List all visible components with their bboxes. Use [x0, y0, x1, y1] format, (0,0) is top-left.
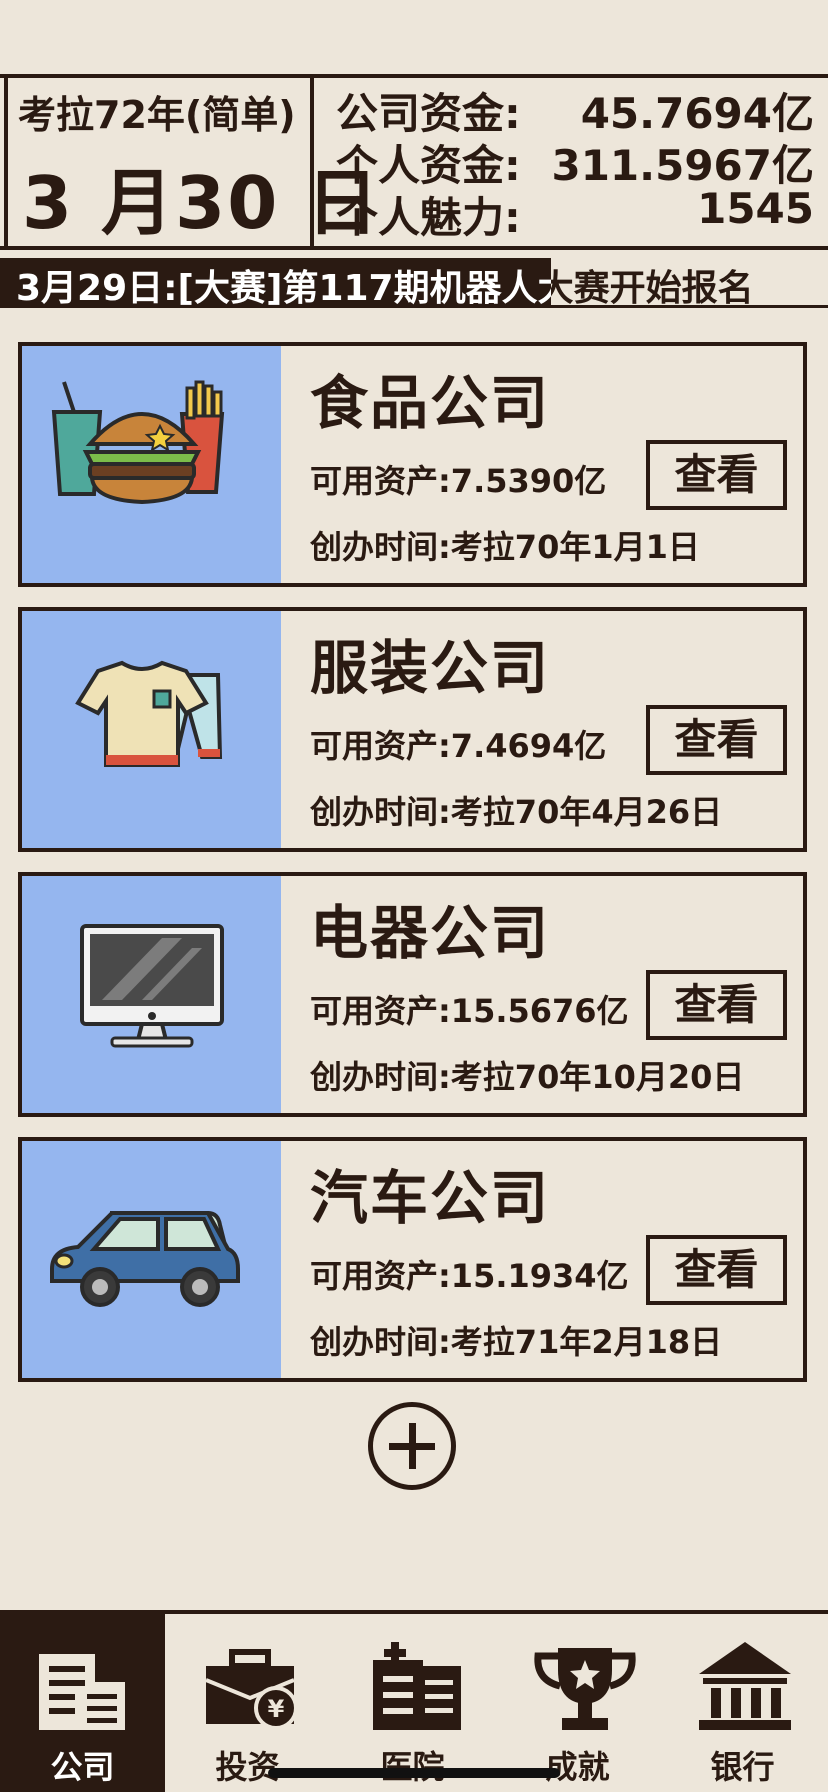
- company-assets: 可用资产:15.1934亿: [310, 1257, 629, 1295]
- company-name: 食品公司: [310, 369, 551, 437]
- company-card-automobile: 汽车公司 可用资产:15.1934亿 创办时间:考拉71年2月18日 查看: [18, 1137, 807, 1382]
- year-mode-label: 考拉72年(简单): [18, 93, 296, 137]
- car-icon: [50, 1211, 240, 1307]
- charm-value: 1545: [697, 184, 814, 233]
- svg-text:¥: ¥: [268, 1695, 285, 1723]
- view-button[interactable]: 查看: [646, 440, 787, 510]
- nav-label: 医院: [380, 1748, 445, 1786]
- news-text-highlighted: 3月29日:[大赛]第117期机器人大赛开始报名: [16, 268, 551, 308]
- company-assets: 可用资产:15.5676亿: [310, 992, 629, 1030]
- personal-funds-row: 个人资金: 311.5967亿: [336, 132, 814, 190]
- company-name: 汽车公司: [310, 1164, 551, 1232]
- card-image: [22, 1141, 281, 1378]
- view-button[interactable]: 查看: [646, 970, 787, 1040]
- card-image: [22, 611, 281, 848]
- card-image: [22, 876, 281, 1113]
- charm-row: 个人魅力: 1545: [336, 184, 814, 242]
- nav-item-hospital[interactable]: 医院: [330, 1614, 495, 1792]
- nav-label: 银行: [710, 1748, 775, 1786]
- nav-item-invest[interactable]: ¥ 投资: [165, 1614, 330, 1792]
- company-name: 电器公司: [310, 899, 551, 967]
- company-card-food: 食品公司 可用资产:7.5390亿 创办时间:考拉70年1月1日 查看: [18, 342, 807, 587]
- clothes-icon: [75, 660, 223, 767]
- nav-item-bank[interactable]: 银行: [660, 1614, 825, 1792]
- card-image: [22, 346, 281, 583]
- charm-label: 个人魅力:: [336, 193, 521, 242]
- company-card-clothing: 服装公司 可用资产:7.4694亿 创办时间:考拉70年4月26日 查看: [18, 607, 807, 852]
- view-button[interactable]: 查看: [646, 1235, 787, 1305]
- nav-item-achievement[interactable]: 成就: [495, 1614, 660, 1792]
- bottom-nav: 公司 ¥ 投资 医院 成就 银行: [0, 1610, 828, 1792]
- news-ticker[interactable]: 3月29日:[大赛]第117期机器人大赛开始报名 3月29日:[大赛]第117期…: [0, 258, 828, 308]
- nav-label: 投资: [215, 1748, 280, 1786]
- trophy-icon: [534, 1648, 636, 1730]
- nav-item-company[interactable]: 公司: [0, 1614, 165, 1792]
- company-founded-date: 创办时间:考拉70年4月26日: [310, 793, 723, 831]
- bank-icon: [699, 1642, 791, 1730]
- status-header: 考拉72年(简单) 3 月30 日 公司资金: 45.7694亿 个人资金: 3…: [0, 74, 828, 250]
- company-founded-date: 创办时间:考拉71年2月18日: [310, 1323, 723, 1361]
- date-panel: 考拉72年(简单) 3 月30 日: [4, 78, 378, 246]
- home-indicator: [268, 1768, 560, 1778]
- company-funds-row: 公司资金: 45.7694亿: [336, 80, 814, 138]
- nav-label: 公司: [50, 1748, 115, 1786]
- company-founded-date: 创办时间:考拉70年1月1日: [310, 528, 700, 566]
- company-card-electronics: 电器公司 可用资产:15.5676亿 创办时间:考拉70年10月20日 查看: [18, 872, 807, 1117]
- view-button[interactable]: 查看: [646, 705, 787, 775]
- hospital-icon: [373, 1642, 461, 1730]
- briefcase-icon: ¥: [205, 1649, 298, 1730]
- company-assets: 可用资产:7.4694亿: [310, 727, 607, 765]
- food-icon: [51, 380, 225, 505]
- company-assets: 可用资产:7.5390亿: [310, 462, 607, 500]
- company-founded-date: 创办时间:考拉70年10月20日: [310, 1058, 745, 1096]
- building-icon: [39, 1654, 125, 1730]
- current-date: 3 月30 日: [22, 161, 381, 245]
- add-company-button[interactable]: [368, 1402, 456, 1490]
- company-name: 服装公司: [310, 634, 551, 702]
- monitor-icon: [80, 924, 224, 1048]
- nav-label: 成就: [545, 1748, 610, 1786]
